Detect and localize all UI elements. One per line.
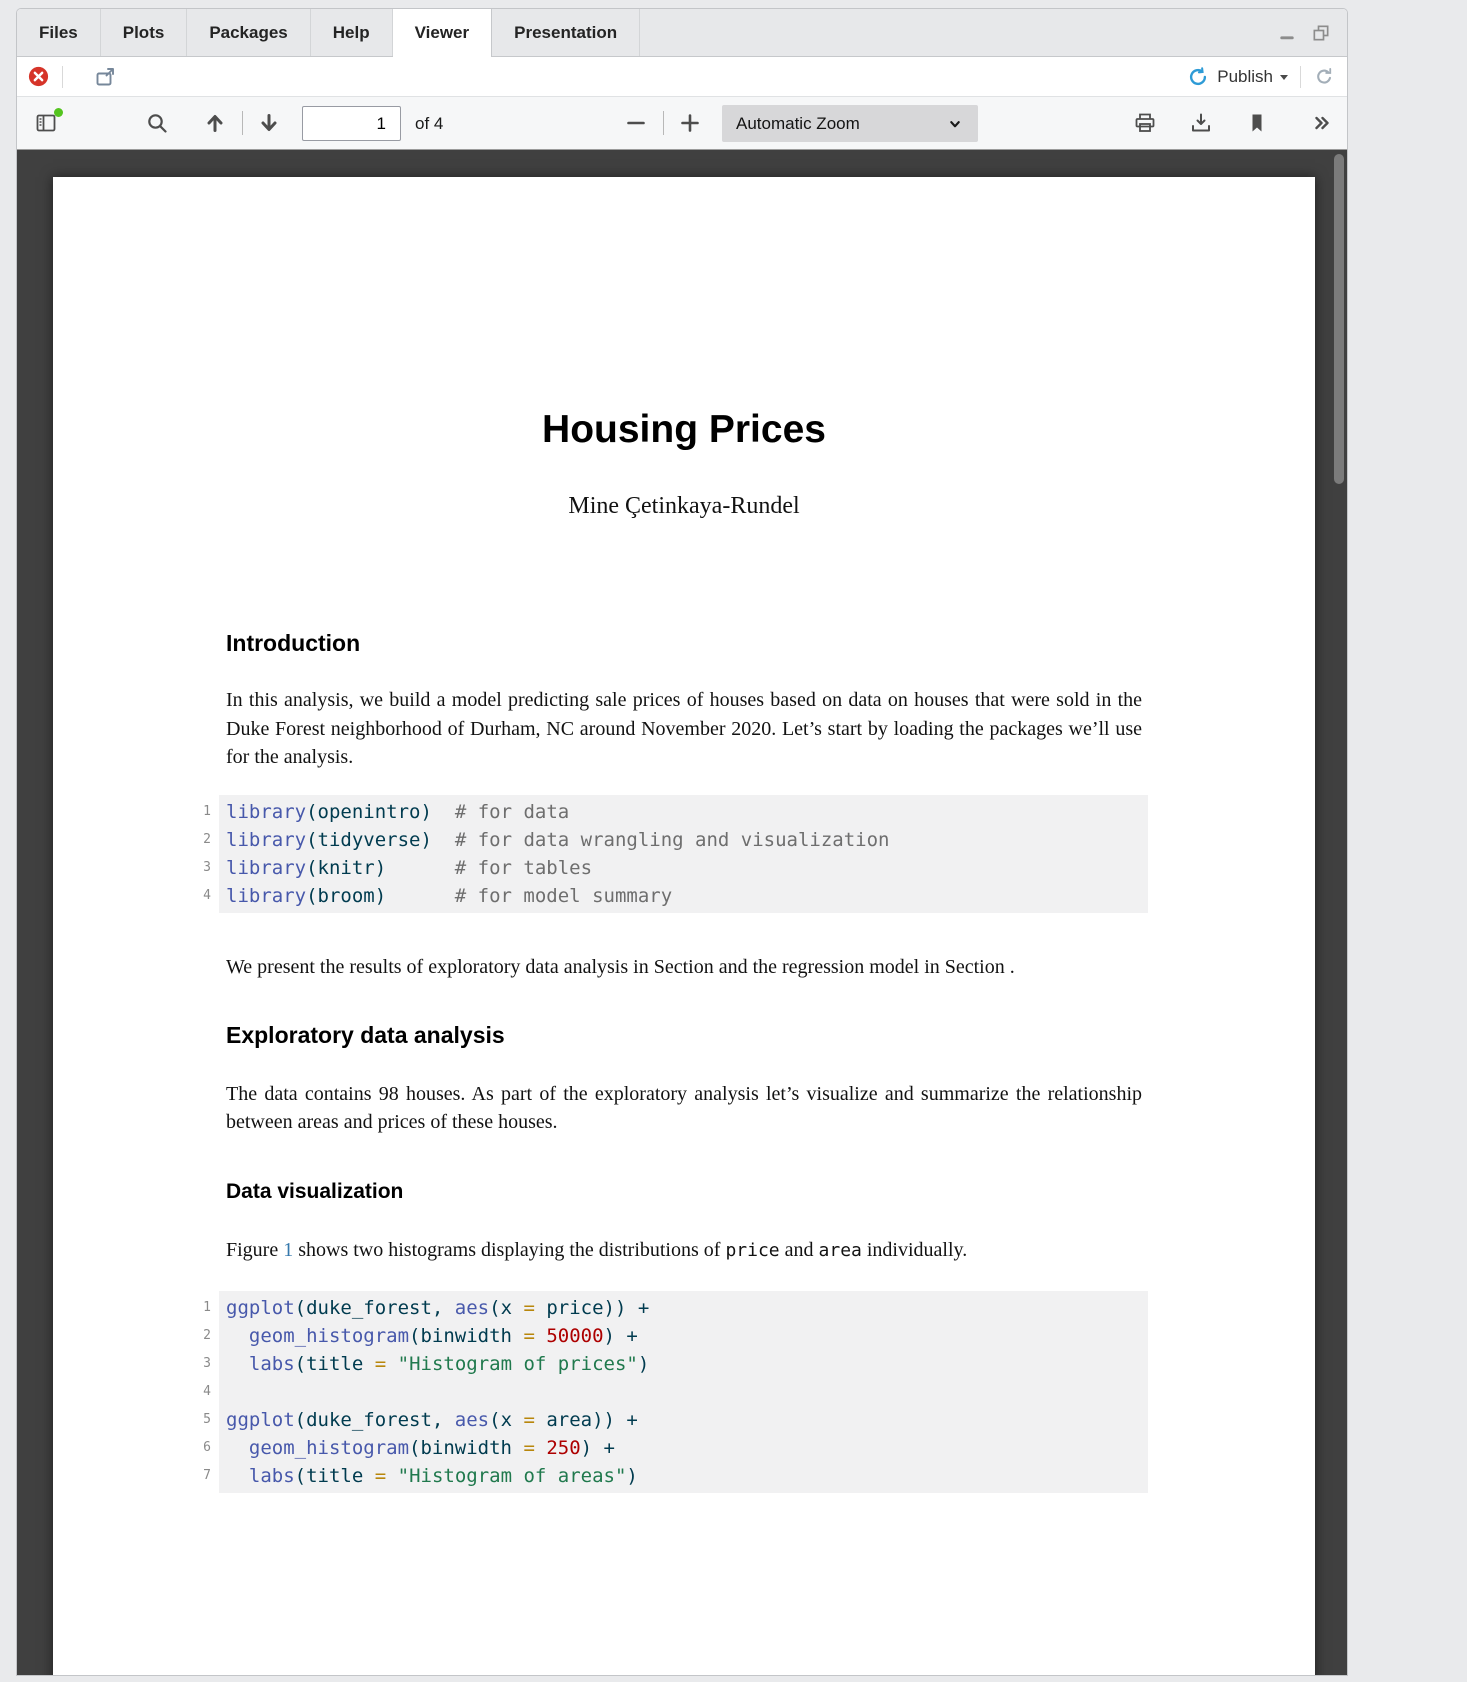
- page-count-label: of 4: [415, 97, 443, 150]
- tab-plots-label: Plots: [123, 23, 165, 43]
- tab-plots[interactable]: Plots: [101, 9, 188, 56]
- next-page-button[interactable]: [253, 107, 285, 139]
- figure-paragraph-text: Figure: [226, 1239, 283, 1261]
- figure-paragraph-text: shows two histograms displaying the dist…: [293, 1239, 725, 1261]
- chevron-down-icon: [946, 115, 964, 133]
- document-title: Housing Prices: [226, 409, 1142, 452]
- tab-packages-label: Packages: [209, 23, 287, 43]
- code-line: 5ggplot(duke_forest, aes(x = area)) +: [219, 1406, 1148, 1434]
- publish-controls: Publish: [1187, 66, 1335, 88]
- pdf-viewport: Housing Prices Mine Çetinkaya-Rundel Int…: [17, 150, 1347, 1675]
- code-line: 2library(tidyverse) # for data wrangling…: [219, 826, 1148, 854]
- search-icon[interactable]: [141, 107, 173, 139]
- toolbar-divider: [62, 66, 63, 88]
- code-line-number: 4: [192, 882, 211, 910]
- close-viewer-button[interactable]: [27, 65, 50, 88]
- tab-help[interactable]: Help: [311, 9, 393, 56]
- code-line-number: 2: [192, 1322, 211, 1350]
- sidebar-toggle-button[interactable]: [30, 107, 62, 139]
- document-author: Mine Çetinkaya-Rundel: [226, 492, 1142, 521]
- tab-packages[interactable]: Packages: [187, 9, 310, 56]
- pdf-page: Housing Prices Mine Çetinkaya-Rundel Int…: [53, 177, 1315, 1675]
- code-line-number: 4: [192, 1378, 211, 1406]
- pdf-toolbar: of 4 Automatic Zoom: [17, 97, 1347, 150]
- maximize-pane-icon[interactable]: [1311, 23, 1331, 43]
- viewer-pane: Files Plots Packages Help Viewer Present…: [16, 8, 1348, 1676]
- figure-paragraph-text: individually.: [862, 1239, 967, 1261]
- sidebar-notification-dot: [54, 108, 63, 117]
- paragraph-eda: The data contains 98 houses. As part of …: [226, 1080, 1142, 1137]
- inline-code-price: price: [725, 1240, 779, 1261]
- publish-dropdown-caret[interactable]: [1280, 75, 1288, 80]
- zoom-select[interactable]: Automatic Zoom: [722, 105, 978, 142]
- pane-tabbar: Files Plots Packages Help Viewer Present…: [17, 9, 1347, 57]
- code-line-number: 2: [192, 826, 211, 854]
- bookmark-icon[interactable]: [1241, 107, 1273, 139]
- code-line-number: 1: [192, 798, 211, 826]
- toolbar-divider: [663, 111, 664, 135]
- more-tools-chevrons-icon[interactable]: [1306, 107, 1338, 139]
- code-line: 7 labs(title = "Histogram of areas"): [219, 1462, 1148, 1490]
- code-line-number: 1: [192, 1294, 211, 1322]
- viewer-scrollbar[interactable]: [1334, 154, 1344, 484]
- code-block-ggplot: 1ggplot(duke_forest, aes(x = price)) +2 …: [219, 1291, 1148, 1493]
- tab-files-label: Files: [39, 23, 78, 43]
- publish-label[interactable]: Publish: [1217, 67, 1273, 87]
- code-line: 4: [219, 1378, 1148, 1406]
- minimize-pane-icon[interactable]: [1277, 23, 1297, 43]
- zoom-in-button[interactable]: [674, 107, 706, 139]
- code-line: 1library(openintro) # for data: [219, 798, 1148, 826]
- code-line: 6 geom_histogram(binwidth = 250) +: [219, 1434, 1148, 1462]
- code-line: 1ggplot(duke_forest, aes(x = price)) +: [219, 1294, 1148, 1322]
- figure-paragraph-text: and: [780, 1239, 819, 1261]
- toolbar-divider: [242, 111, 243, 135]
- publish-icon: [1187, 66, 1209, 88]
- inline-code-area: area: [819, 1240, 862, 1261]
- paragraph-present: We present the results of exploratory da…: [226, 953, 1142, 982]
- tab-presentation-label: Presentation: [514, 23, 617, 43]
- tab-files[interactable]: Files: [17, 9, 101, 56]
- toolbar-divider: [1300, 66, 1301, 88]
- print-icon[interactable]: [1129, 107, 1161, 139]
- code-line-number: 3: [192, 1350, 211, 1378]
- paragraph-figure: Figure 1 shows two histograms displaying…: [226, 1236, 1142, 1266]
- zoom-select-value: Automatic Zoom: [736, 114, 860, 134]
- open-in-new-window-icon[interactable]: [93, 65, 117, 89]
- zoom-out-button[interactable]: [620, 107, 652, 139]
- tab-help-label: Help: [333, 23, 370, 43]
- code-block-libraries: 1library(openintro) # for data2library(t…: [219, 795, 1148, 913]
- paragraph-introduction: In this analysis, we build a model predi…: [226, 686, 1142, 772]
- code-line: 3library(knitr) # for tables: [219, 854, 1148, 882]
- heading-introduction: Introduction: [226, 630, 1142, 656]
- download-icon[interactable]: [1185, 107, 1217, 139]
- figure-1-link[interactable]: 1: [283, 1239, 293, 1261]
- heading-data-visualization: Data visualization: [226, 1180, 1142, 1204]
- code-line: 4library(broom) # for model summary: [219, 882, 1148, 910]
- code-line-number: 6: [192, 1434, 211, 1462]
- page-number-input[interactable]: [302, 106, 401, 141]
- code-line-number: 5: [192, 1406, 211, 1434]
- refresh-icon[interactable]: [1313, 66, 1335, 88]
- viewer-toolbar: Publish: [17, 57, 1347, 97]
- previous-page-button[interactable]: [199, 107, 231, 139]
- heading-eda: Exploratory data analysis: [226, 1022, 1142, 1048]
- code-line-number: 3: [192, 854, 211, 882]
- code-line: 3 labs(title = "Histogram of prices"): [219, 1350, 1148, 1378]
- tab-viewer-label: Viewer: [415, 23, 470, 43]
- code-line-number: 7: [192, 1462, 211, 1490]
- pane-window-controls: [1277, 9, 1347, 56]
- tab-viewer[interactable]: Viewer: [393, 9, 493, 57]
- code-line: 2 geom_histogram(binwidth = 50000) +: [219, 1322, 1148, 1350]
- tab-presentation[interactable]: Presentation: [492, 9, 640, 56]
